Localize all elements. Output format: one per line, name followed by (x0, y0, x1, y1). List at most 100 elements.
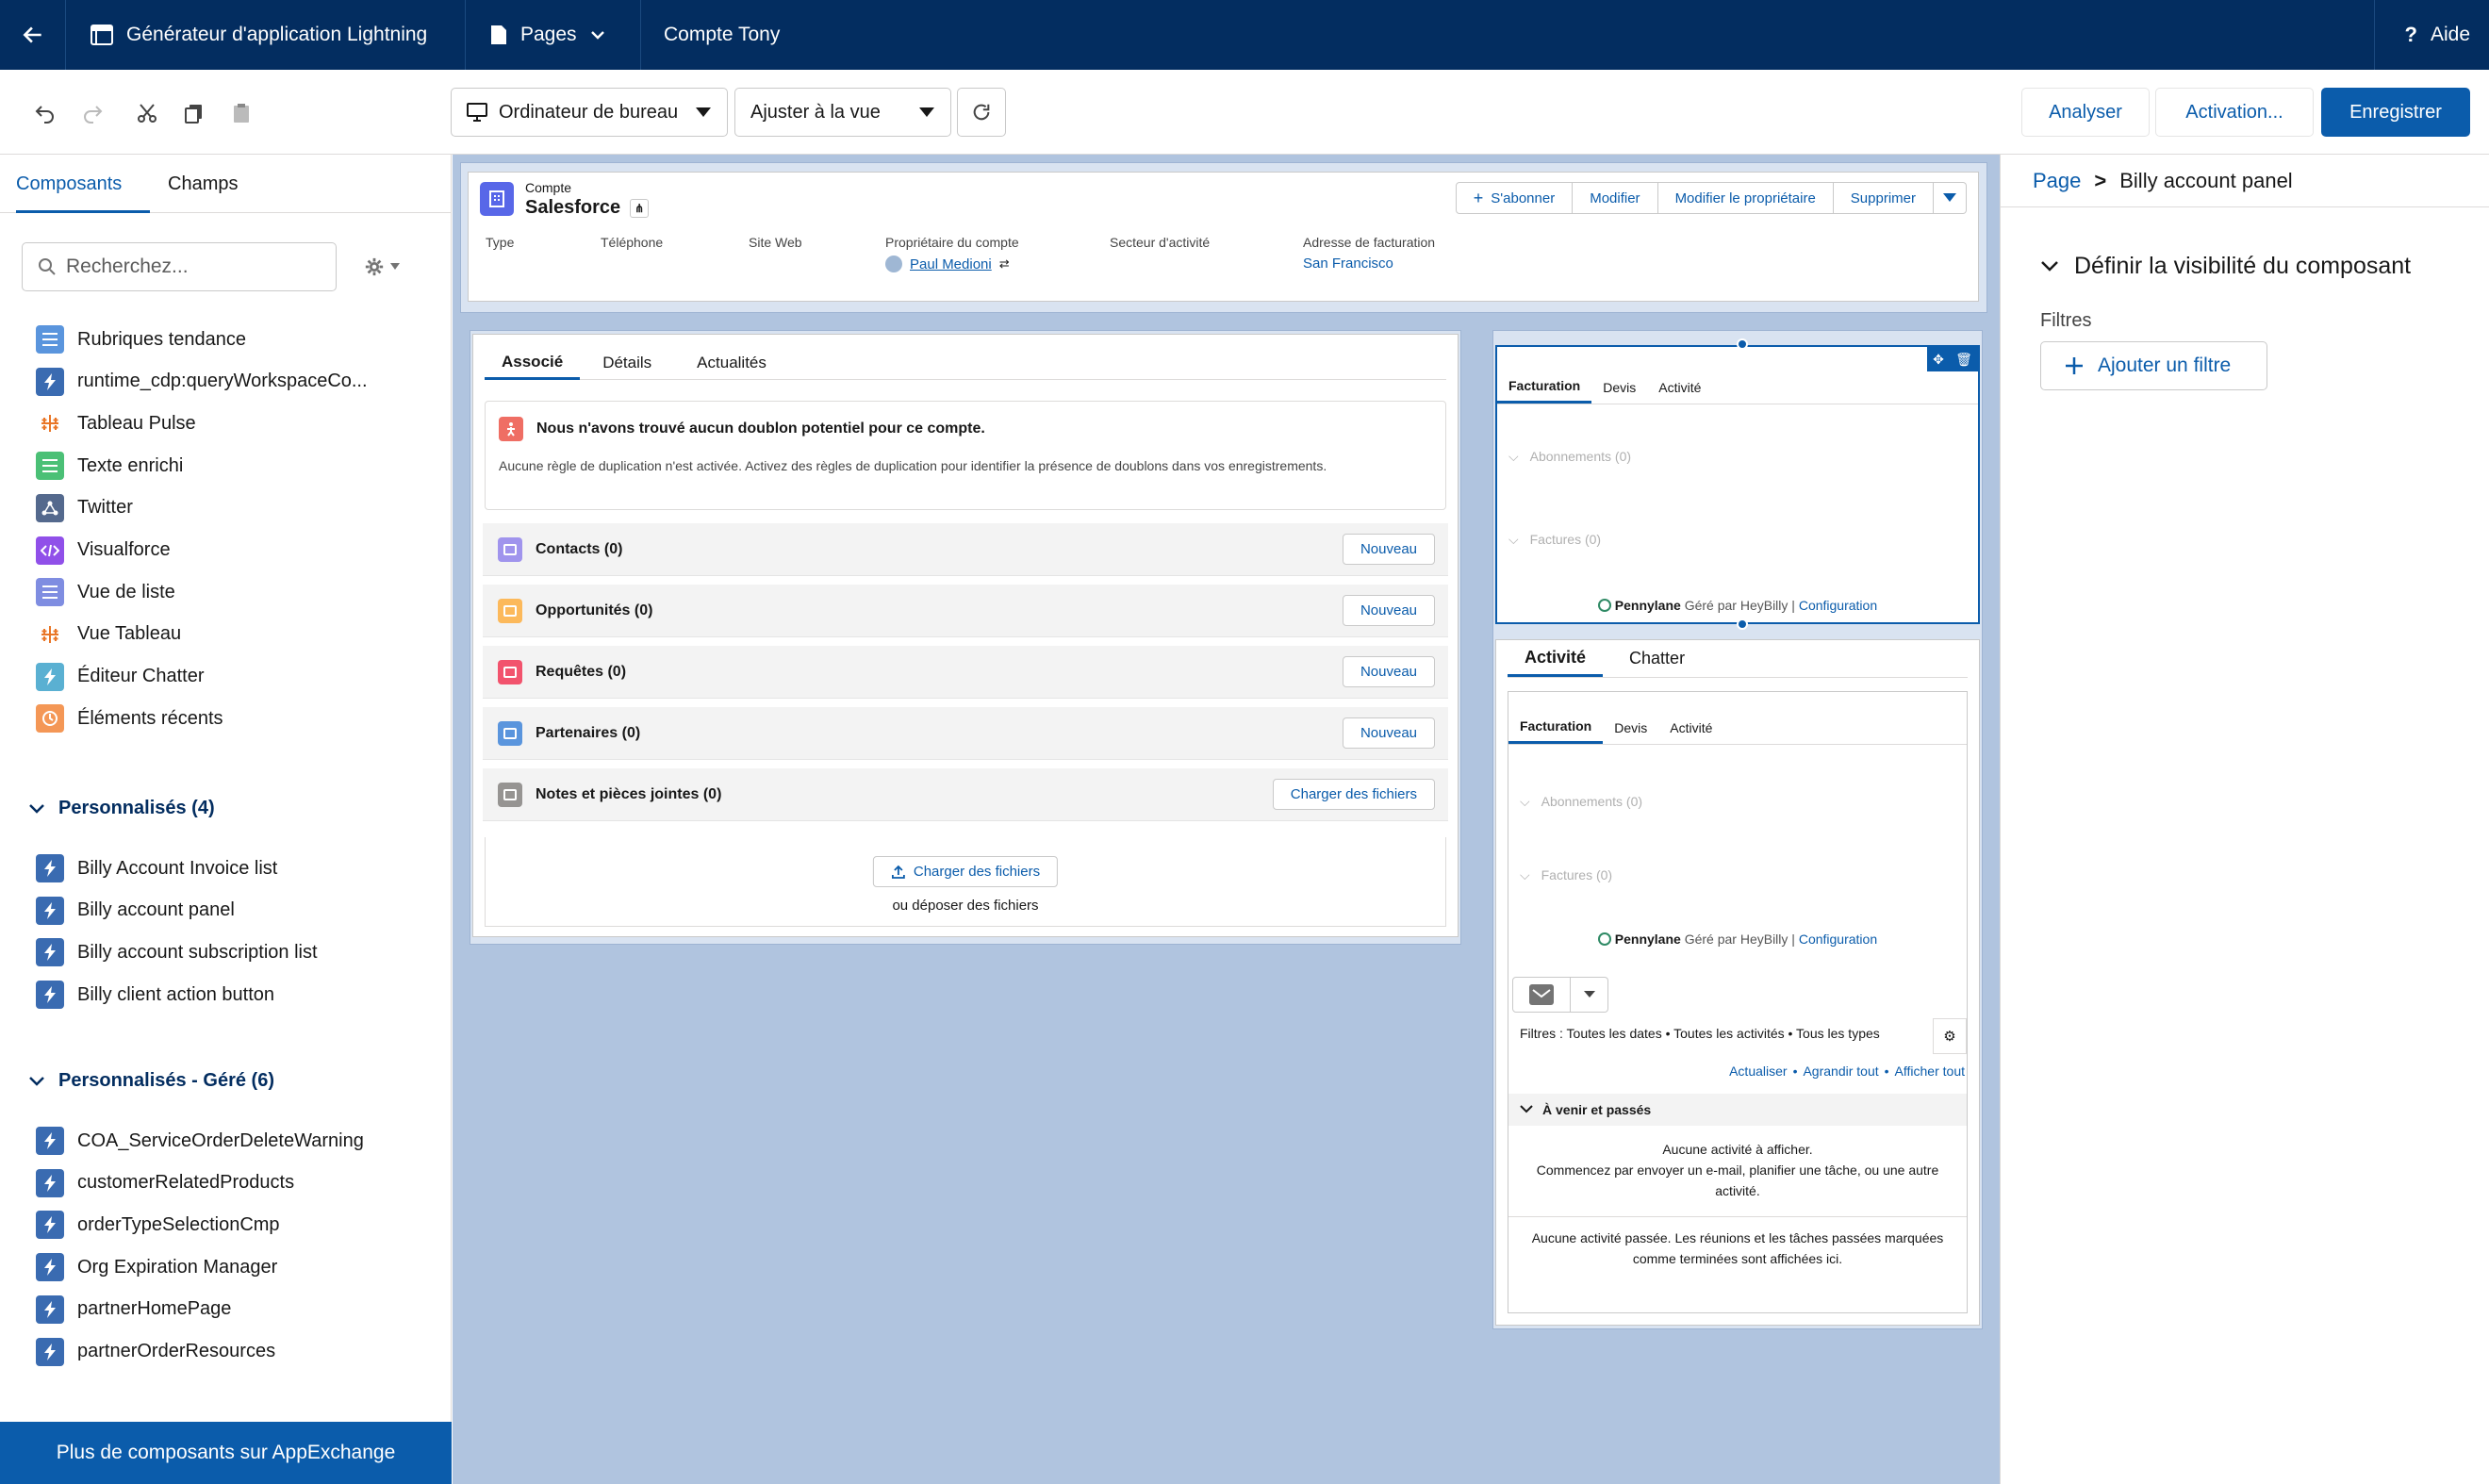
email-button[interactable] (1512, 977, 1571, 1013)
related-list-header[interactable]: Contacts (0) Nouveau (483, 523, 1448, 576)
more-actions-button[interactable] (1934, 182, 1967, 214)
upload-files-button[interactable]: Charger des fichiers (872, 856, 1059, 887)
custom-component-item[interactable]: orderTypeSelectionCmp (36, 1211, 280, 1240)
tabs-component[interactable]: Associé Détails Actualités Nous n'avons … (472, 334, 1459, 937)
related-list-new-button[interactable]: Nouveau (1342, 534, 1435, 565)
related-list-new-button[interactable]: Nouveau (1342, 717, 1435, 749)
record-context: Compte Tony (641, 0, 804, 70)
tab-chatter[interactable]: Chatter (1603, 640, 1711, 677)
inner-tab-billing[interactable]: Facturation (1508, 711, 1604, 744)
related-list-header[interactable]: Requêtes (0) Nouveau (483, 646, 1448, 699)
subscriptions-section[interactable]: ⌵ Abonnements (0) (1508, 449, 1631, 465)
activity-tabs-component[interactable]: Activité Chatter Facturation Devis Activ… (1495, 639, 1980, 1326)
invoices-section[interactable]: ⌵ Factures (0) (1508, 532, 1601, 548)
zoom-select[interactable]: Ajuster à la vue (734, 88, 951, 137)
lightning-icon (36, 367, 64, 396)
custom-component-label: Org Expiration Manager (77, 1256, 278, 1278)
custom-component-item[interactable]: Org Expiration Manager (36, 1253, 278, 1282)
record-name-text: Salesforce (525, 197, 621, 218)
billing-address-link[interactable]: San Francisco (1303, 256, 1393, 272)
group-custom[interactable]: Personnalisés (4) (28, 798, 215, 819)
pages-menu[interactable]: Pages (466, 0, 641, 70)
custom-component-item[interactable]: Billy account panel (36, 896, 235, 925)
record-header[interactable]: Compte Salesforce ⋔ + S'abonner Modifier … (468, 172, 1979, 302)
related-list-new-button[interactable]: Nouveau (1342, 656, 1435, 687)
edit-button[interactable]: Modifier (1573, 182, 1658, 214)
related-list-new-button[interactable]: Nouveau (1342, 595, 1435, 626)
filter-gear-icon[interactable]: ⚙ (1933, 1018, 1967, 1054)
paste-icon[interactable] (223, 94, 260, 132)
component-item[interactable]: Rubriques tendance (36, 325, 246, 354)
cut-icon[interactable] (128, 94, 166, 132)
tab-details[interactable]: Détails (580, 346, 674, 380)
component-search-input[interactable]: Recherchez... (22, 242, 337, 291)
billy-account-panel-selected[interactable]: Facturation Devis Activité ⌵ Abonnements … (1495, 345, 1980, 624)
component-item[interactable]: Tableau Pulse (36, 409, 196, 438)
save-button[interactable]: Enregistrer (2321, 88, 2470, 137)
show-all-link[interactable]: Afficher tout (1895, 1064, 1965, 1079)
inner-configuration-link[interactable]: Configuration (1799, 932, 1877, 947)
appexchange-button[interactable]: Plus de composants sur AppExchange (0, 1422, 452, 1484)
tab-quotes[interactable]: Devis (1591, 371, 1647, 404)
related-list-new-button[interactable]: Charger des fichiers (1272, 779, 1435, 810)
add-filter-button[interactable]: Ajouter un filtre (2040, 341, 2267, 390)
refresh-button[interactable] (957, 88, 1006, 137)
activation-button[interactable]: Activation... (2155, 88, 2314, 137)
component-item[interactable]: Éléments récents (36, 704, 223, 734)
undo-icon[interactable] (26, 94, 64, 132)
tab-components[interactable]: Composants (16, 173, 150, 213)
related-list-header[interactable]: Opportunités (0) Nouveau (483, 585, 1448, 637)
inner-subscriptions-section[interactable]: ⌵ Abonnements (0) (1520, 794, 1642, 810)
owner-value[interactable]: Paul Medioni ⇄ (885, 256, 1010, 272)
upcoming-past-section[interactable]: À venir et passés (1508, 1094, 1967, 1126)
delete-button[interactable]: Supprimer (1833, 182, 1934, 214)
visibility-section-header[interactable]: Définir la visibilité du composant (2040, 253, 2411, 280)
group-custom-managed[interactable]: Personnalisés - Géré (6) (28, 1070, 274, 1092)
analyze-button[interactable]: Analyser (2021, 88, 2150, 137)
inner-tab-quotes[interactable]: Devis (1603, 711, 1658, 744)
move-icon[interactable]: ✥ (1933, 352, 1944, 368)
custom-component-item[interactable]: COA_ServiceOrderDeleteWarning (36, 1127, 364, 1155)
component-item[interactable]: Texte enrichi (36, 452, 183, 481)
related-list-header[interactable]: Partenaires (0) Nouveau (483, 707, 1448, 760)
tab-related[interactable]: Associé (485, 346, 581, 380)
email-more-button[interactable] (1571, 977, 1608, 1013)
hierarchy-icon[interactable]: ⋔ (630, 198, 650, 218)
custom-component-item[interactable]: partnerHomePage (36, 1294, 231, 1324)
component-item[interactable]: Vue de liste (36, 578, 175, 607)
follow-button[interactable]: + S'abonner (1455, 182, 1574, 214)
tab-activity-main[interactable]: Activité (1508, 640, 1604, 677)
expand-all-link[interactable]: Agrandir tout (1803, 1064, 1878, 1079)
related-list-header[interactable]: Notes et pièces jointes (0) Charger des f… (483, 768, 1448, 821)
custom-component-item[interactable]: partnerOrderResources (36, 1337, 275, 1366)
back-button[interactable] (0, 0, 66, 70)
tab-fields[interactable]: Champs (168, 173, 238, 195)
copy-icon[interactable] (175, 94, 213, 132)
inner-invoices-section[interactable]: ⌵ Factures (0) (1520, 867, 1612, 883)
resize-handle-top[interactable] (1737, 338, 1748, 350)
custom-component-item[interactable]: customerRelatedProducts (36, 1168, 294, 1197)
configuration-link[interactable]: Configuration (1799, 598, 1877, 613)
refresh-link[interactable]: Actualiser (1729, 1064, 1787, 1079)
component-item[interactable]: Éditeur Chatter (36, 662, 205, 691)
component-item[interactable]: Vue Tableau (36, 619, 181, 649)
breadcrumb-page-link[interactable]: Page (2033, 169, 2081, 193)
custom-component-item[interactable]: Billy account subscription list (36, 938, 318, 967)
tab-billing[interactable]: Facturation (1497, 371, 1592, 404)
component-item[interactable]: Twitter (36, 493, 133, 522)
custom-component-item[interactable]: Billy Account Invoice list (36, 854, 277, 882)
settings-menu-button[interactable] (351, 242, 413, 291)
component-item[interactable]: runtime_cdp:queryWorkspaceCo... (36, 367, 368, 396)
owner-link[interactable]: Paul Medioni (910, 256, 992, 272)
change-owner-button[interactable]: Modifier le propriétaire (1657, 182, 1834, 214)
custom-component-item[interactable]: Billy client action button (36, 981, 274, 1010)
device-select[interactable]: Ordinateur de bureau (451, 88, 728, 137)
tab-activity[interactable]: Activité (1647, 371, 1712, 404)
delete-icon[interactable]: 🗑︎ (1955, 352, 1972, 368)
help-button[interactable]: ? Aide (2373, 0, 2489, 70)
redo-icon[interactable] (74, 94, 111, 132)
component-item[interactable]: Visualforce (36, 536, 171, 565)
inner-tab-activity[interactable]: Activité (1658, 711, 1723, 744)
tab-news[interactable]: Actualités (674, 346, 789, 380)
resize-handle-bottom[interactable] (1737, 618, 1748, 630)
